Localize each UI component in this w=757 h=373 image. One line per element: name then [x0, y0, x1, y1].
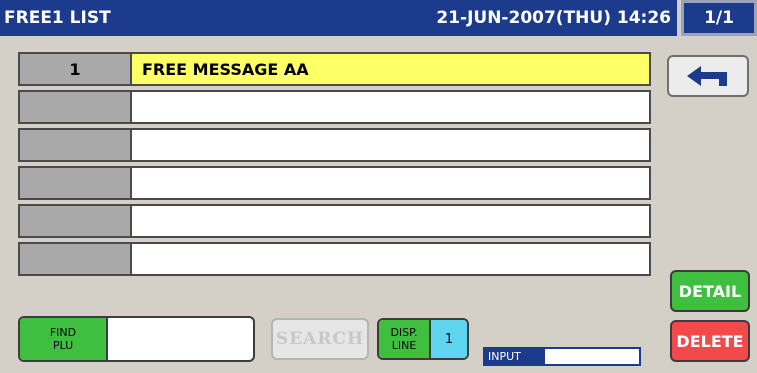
search-button[interactable]: SEARCH [271, 318, 369, 360]
disp-line-field[interactable]: DISP. LINE 1 [377, 318, 469, 360]
list-row-5[interactable] [18, 204, 651, 238]
row-number [20, 206, 132, 236]
row-number: 1 [20, 54, 132, 84]
row-message [132, 130, 649, 160]
disp-line-value[interactable]: 1 [431, 320, 467, 358]
date-time: 21-JUN-2007(THU) 14:26 [436, 8, 671, 28]
row-message [132, 92, 649, 122]
input-indicator: INPUT [483, 347, 641, 366]
list-row-4[interactable] [18, 166, 651, 200]
list-row-2[interactable] [18, 90, 651, 124]
disp-line-label: DISP. LINE [379, 320, 431, 358]
list-row-3[interactable] [18, 128, 651, 162]
row-number [20, 130, 132, 160]
row-number [20, 92, 132, 122]
row-message [132, 168, 649, 198]
list-row-6[interactable] [18, 242, 651, 276]
find-plu-field[interactable]: FIND PLU [18, 316, 255, 362]
find-plu-label: FIND PLU [20, 318, 108, 360]
row-message [132, 244, 649, 274]
row-number [20, 244, 132, 274]
return-arrow-icon [687, 66, 727, 86]
row-message: FREE MESSAGE AA [132, 54, 649, 84]
screen-title: FREE1 LIST [4, 8, 111, 28]
row-message [132, 206, 649, 236]
delete-button[interactable]: DELETE [670, 320, 750, 362]
detail-button[interactable]: DETAIL [670, 270, 750, 312]
input-label: INPUT [485, 349, 545, 364]
row-number [20, 168, 132, 198]
back-button[interactable] [667, 55, 749, 97]
list-row-1[interactable]: 1 FREE MESSAGE AA [18, 52, 651, 86]
page-indicator: 1/1 [681, 0, 757, 36]
find-plu-input[interactable] [108, 318, 253, 360]
header-bar: FREE1 LIST 21-JUN-2007(THU) 14:26 [0, 0, 677, 36]
scale-screen: FREE1 LIST 21-JUN-2007(THU) 14:26 1/1 1 … [0, 0, 757, 373]
